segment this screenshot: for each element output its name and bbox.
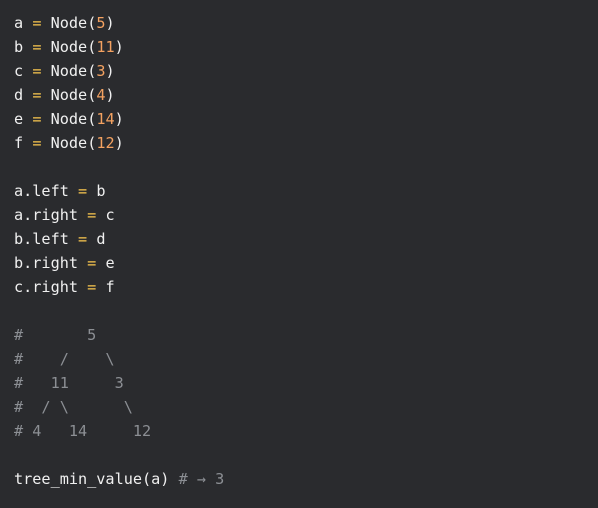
comment-tree-level-2: # 11 3 [14, 374, 124, 392]
function-call: tree_min_value(a) [14, 470, 170, 488]
assign-operator: = [32, 62, 42, 80]
code-line-link-c-right: c.right = f [14, 275, 598, 299]
constructor-call: Node( [50, 110, 97, 128]
close-paren: ) [114, 134, 124, 152]
comment-tree-branches: # / \ [14, 350, 115, 368]
assign-operator: = [32, 86, 42, 104]
attribute-target: a.left [14, 182, 69, 200]
constructor-call: Node( [50, 14, 97, 32]
attribute-target: b.left [14, 230, 69, 248]
code-line-node-a: a = Node(5) [14, 11, 598, 35]
attribute-target: b.right [14, 254, 79, 272]
variable-name: d [14, 86, 24, 104]
assigned-variable: b [96, 182, 106, 200]
constructor-call: Node( [50, 62, 97, 80]
assign-operator: = [32, 14, 42, 32]
assigned-variable: c [105, 206, 115, 224]
constructor-call: Node( [50, 86, 97, 104]
variable-name: b [14, 38, 24, 56]
attribute-target: c.right [14, 278, 79, 296]
close-paren: ) [105, 14, 115, 32]
code-line-link-b-left: b.left = d [14, 227, 598, 251]
code-line-node-f: f = Node(12) [14, 131, 598, 155]
code-line-node-e: e = Node(14) [14, 107, 598, 131]
number-literal: 4 [96, 86, 106, 104]
code-line-link-b-right: b.right = e [14, 251, 598, 275]
close-paren: ) [105, 86, 115, 104]
code-line-node-d: d = Node(4) [14, 83, 598, 107]
assign-operator: = [87, 206, 97, 224]
variable-name: e [14, 110, 24, 128]
comment-tree-root: # 5 [14, 326, 97, 344]
close-paren: ) [114, 38, 124, 56]
constructor-call: Node( [50, 134, 97, 152]
code-line-node-c: c = Node(3) [14, 59, 598, 83]
result-comment: # → 3 [178, 470, 225, 488]
number-literal: 3 [96, 62, 106, 80]
code-line-function-call: tree_min_value(a) # → 3 [14, 467, 598, 491]
close-paren: ) [105, 62, 115, 80]
attribute-target: a.right [14, 206, 79, 224]
code-line-link-a-left: a.left = b [14, 179, 598, 203]
code-line-link-a-right: a.right = c [14, 203, 598, 227]
comment-tree-branches-2: # / \ \ [14, 398, 133, 416]
number-literal: 14 [96, 110, 115, 128]
comment-tree-leaves: # 4 14 12 [14, 422, 152, 440]
assign-operator: = [32, 38, 42, 56]
assign-operator: = [32, 134, 42, 152]
assign-operator: = [78, 182, 88, 200]
variable-name: a [14, 14, 24, 32]
number-literal: 12 [96, 134, 115, 152]
assign-operator: = [78, 230, 88, 248]
assigned-variable: e [105, 254, 115, 272]
number-literal: 11 [96, 38, 115, 56]
code-line-node-b: b = Node(11) [14, 35, 598, 59]
assign-operator: = [32, 110, 42, 128]
close-paren: ) [114, 110, 124, 128]
constructor-call: Node( [50, 38, 97, 56]
assigned-variable: d [96, 230, 106, 248]
variable-name: c [14, 62, 24, 80]
assign-operator: = [87, 254, 97, 272]
assigned-variable: f [105, 278, 115, 296]
assign-operator: = [87, 278, 97, 296]
code-editor[interactable]: a = Node(5) b = Node(11) c = Node(3) d =… [0, 0, 598, 508]
variable-name: f [14, 134, 24, 152]
number-literal: 5 [96, 14, 106, 32]
